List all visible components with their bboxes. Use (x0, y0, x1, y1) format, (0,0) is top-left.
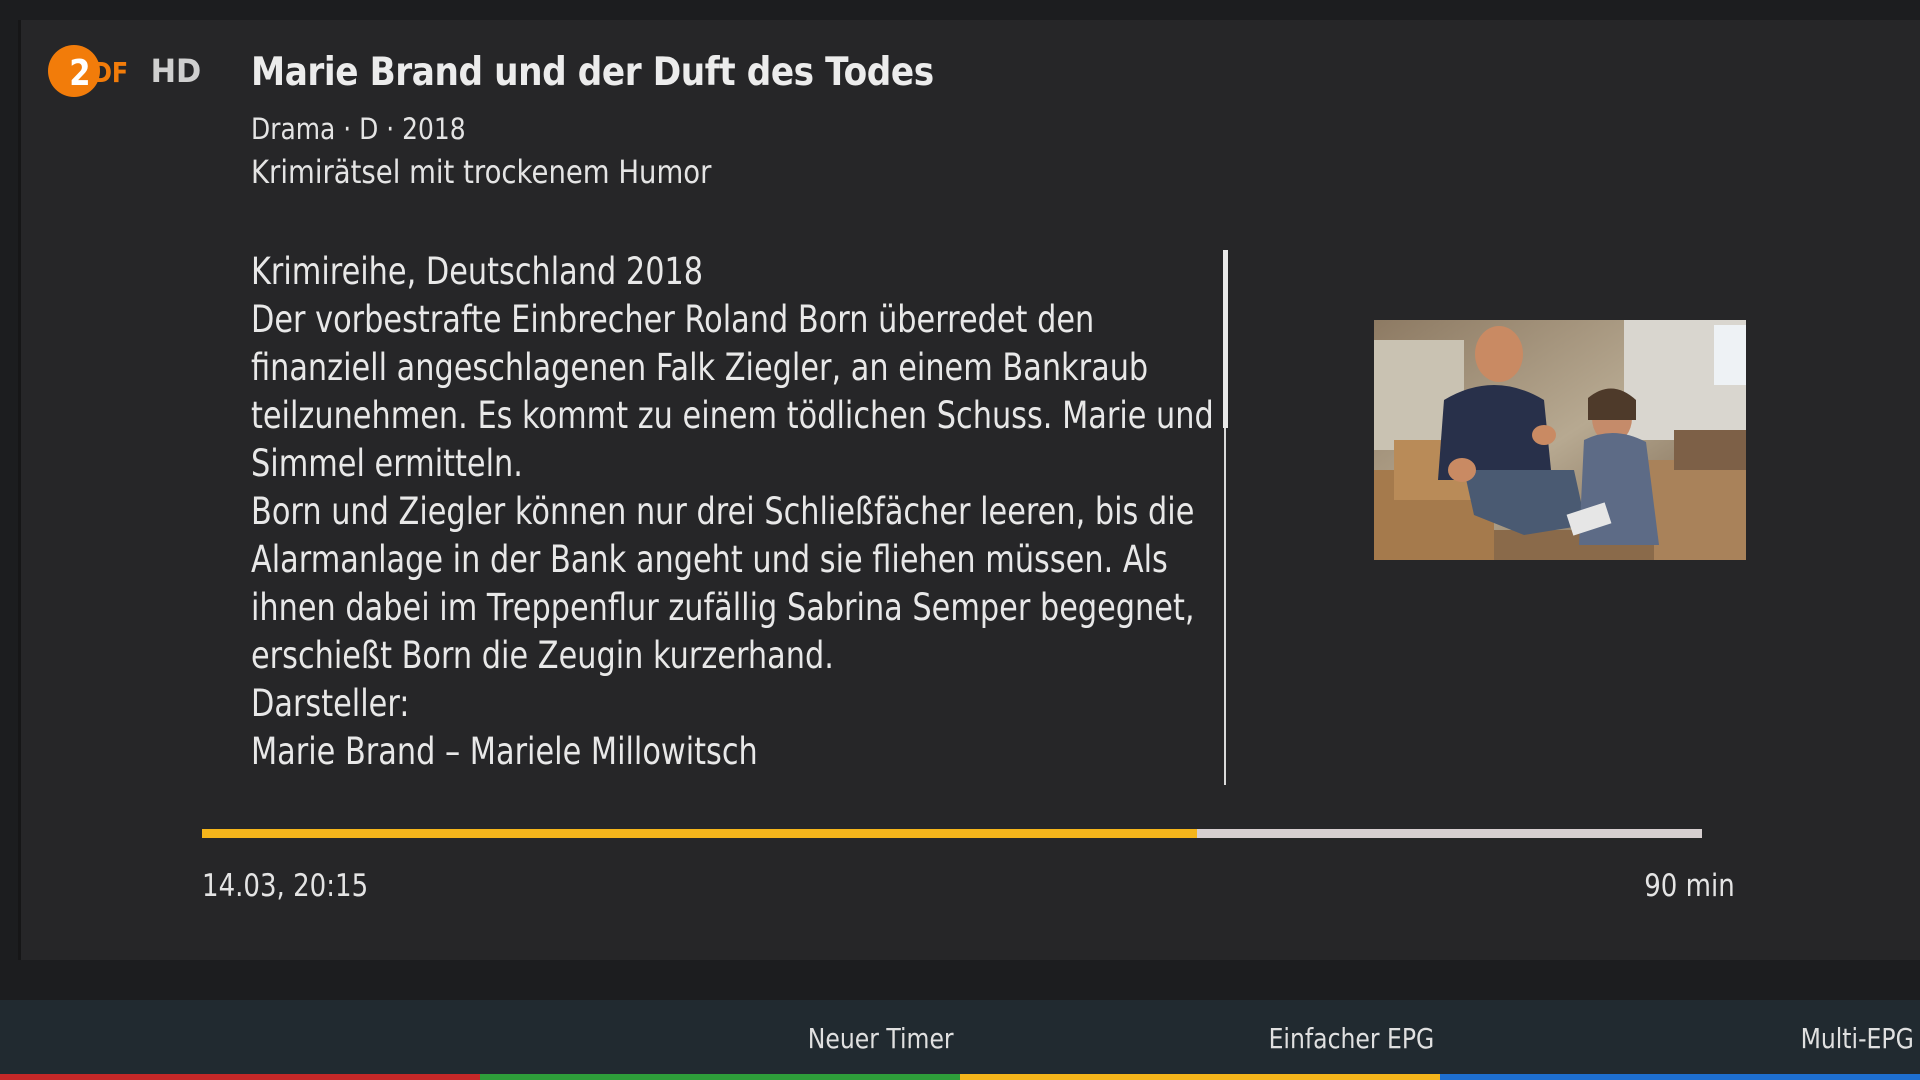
program-title: Marie Brand und der Duft des Todes (251, 50, 934, 95)
program-subtitle: Krimirätsel mit trockenem Humor (251, 153, 712, 191)
yellow-button-color-bar (960, 1074, 1440, 1080)
svg-text:2: 2 (69, 52, 90, 94)
program-still-image (1374, 320, 1746, 560)
green-button-color-bar (480, 1074, 960, 1080)
svg-text:DF: DF (92, 57, 128, 89)
color-button-bar: Neuer Timer Einfacher EPG Multi-EPG (0, 1000, 1920, 1080)
red-button-color-bar (0, 1074, 480, 1080)
simple-epg-button[interactable]: Einfacher EPG (960, 1000, 1440, 1080)
program-start-time: 14.03, 20:15 (202, 868, 369, 904)
program-description[interactable]: Krimireihe, Deutschland 2018 Der vorbest… (251, 248, 1251, 793)
description-line: Der vorbestrafte Einbrecher Roland Born … (251, 298, 1095, 341)
svg-text:HD: HD (151, 53, 202, 90)
multi-epg-button[interactable]: Multi-EPG (1440, 1000, 1920, 1080)
description-scrollbar-thumb[interactable] (1223, 250, 1228, 428)
program-duration: 90 min (1644, 868, 1735, 904)
program-meta: Drama · D · 2018 (251, 112, 466, 146)
description-line: Marie Brand – Mariele Millowitsch (251, 730, 758, 773)
description-line: Simmel ermitteln. (251, 442, 523, 485)
simple-epg-label: Einfacher EPG (1268, 1022, 1434, 1055)
description-line: ihnen dabei im Treppenflur zufällig Sabr… (251, 586, 1195, 629)
panel-edge-divider (18, 20, 21, 960)
red-button[interactable] (0, 1000, 480, 1080)
description-line: Born und Ziegler können nur drei Schließ… (251, 490, 1195, 533)
new-timer-button[interactable]: Neuer Timer (480, 1000, 960, 1080)
zdf-hd-logo: 2 DF HD (48, 45, 202, 97)
multi-epg-label: Multi-EPG (1800, 1022, 1914, 1055)
blue-button-color-bar (1440, 1074, 1920, 1080)
new-timer-label: Neuer Timer (808, 1022, 954, 1055)
description-line: Darsteller: (251, 682, 410, 725)
program-progress-fill (202, 829, 1197, 838)
description-line: finanziell angeschlagenen Falk Ziegler, … (251, 346, 1149, 389)
description-line: Alarmanlage in der Bank angeht und sie f… (251, 538, 1168, 581)
description-line: erschießt Born die Zeugin kurzerhand. (251, 634, 834, 677)
description-line: teilzunehmen. Es kommt zu einem tödliche… (251, 394, 1214, 437)
program-progress-bar (202, 829, 1702, 838)
program-info-panel: 2 DF HD Marie Brand und der Duft des Tod… (18, 20, 1920, 960)
description-line: Krimireihe, Deutschland 2018 (251, 250, 704, 293)
